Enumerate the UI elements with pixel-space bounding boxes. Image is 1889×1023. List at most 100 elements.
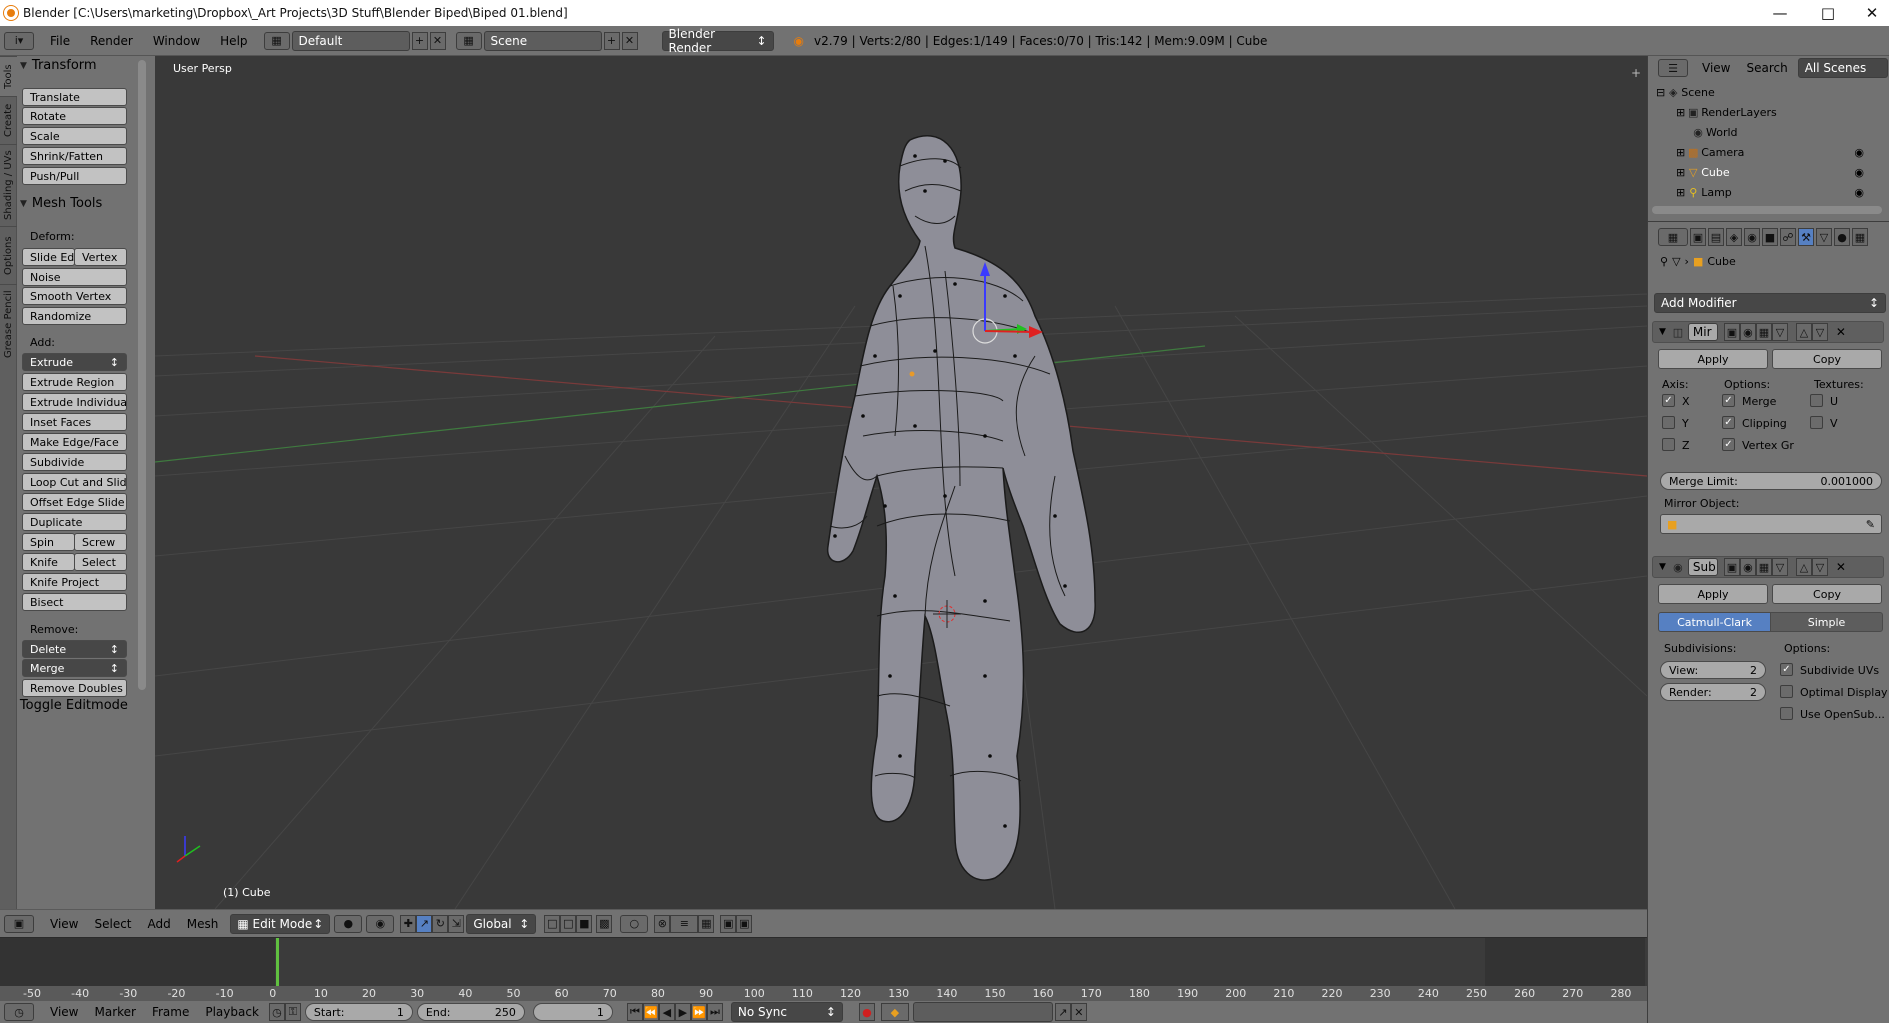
delete-dropdown[interactable]: Delete ↕ xyxy=(22,640,127,658)
render-tab-icon[interactable]: ▣ xyxy=(1690,228,1706,246)
jump-key-back-icon[interactable]: ⏪ xyxy=(642,1003,659,1021)
snap-element-icon[interactable]: ≡ xyxy=(670,914,699,933)
play-reverse-icon[interactable]: ◀ xyxy=(658,1003,675,1021)
merge-checkbox[interactable]: ✓ xyxy=(1722,394,1735,407)
transform-panel-header[interactable]: ▼ Transform xyxy=(20,58,97,73)
close-icon[interactable]: ✕ xyxy=(1849,0,1889,26)
smooth-vertex-button[interactable]: Smooth Vertex xyxy=(22,287,127,305)
mirror-copy-button[interactable]: Copy xyxy=(1772,349,1882,369)
outliner-row-lamp[interactable]: ⊞ ⚲ Lamp ◉ xyxy=(1648,182,1889,202)
play-icon[interactable]: ▶ xyxy=(674,1003,691,1021)
lock-icon[interactable]: ⚿ xyxy=(284,1003,301,1021)
scene-add-icon[interactable]: + xyxy=(603,31,620,50)
knife-button[interactable]: Knife xyxy=(22,553,75,571)
edge-select-icon[interactable]: □ xyxy=(560,914,577,933)
vertex-groups-checkbox[interactable]: ✓ xyxy=(1722,438,1735,451)
optimal-display-checkbox[interactable] xyxy=(1780,685,1793,698)
outliner-row-world[interactable]: ◉ World xyxy=(1648,122,1889,142)
end-frame-field[interactable]: End: 250 xyxy=(416,1003,525,1021)
scale-button[interactable]: Scale xyxy=(22,127,127,145)
menu-timeline-view[interactable]: View xyxy=(42,1005,86,1019)
delete-keyframe-icon[interactable]: ✕ xyxy=(1070,1003,1087,1021)
mode-dropdown[interactable]: ▦ Edit Mode ↕ xyxy=(230,913,331,934)
remove-doubles-button[interactable]: Remove Doubles xyxy=(22,679,127,697)
menu-help[interactable]: Help xyxy=(210,34,257,48)
visibility-eye-icon[interactable]: ◉ xyxy=(1854,146,1864,159)
edit-cage-icon[interactable]: ▣ xyxy=(1723,558,1740,576)
outliner-row-scene[interactable]: ⊟ ◈ Scene xyxy=(1648,82,1889,102)
texture-tab-icon[interactable]: ▦ xyxy=(1852,228,1868,246)
subsurf-copy-button[interactable]: Copy xyxy=(1772,584,1882,604)
jump-key-forward-icon[interactable]: ⏩ xyxy=(690,1003,707,1021)
texture-v-checkbox[interactable] xyxy=(1810,416,1823,429)
proportional-edit-icon[interactable]: ○ xyxy=(620,914,649,933)
extrude-individual-button[interactable]: Extrude Individual xyxy=(22,393,127,411)
outliner-row-renderlayers[interactable]: ⊞ ▣ RenderLayers xyxy=(1648,102,1889,122)
layout-field[interactable]: Default xyxy=(291,30,410,51)
axis-x-checkbox[interactable]: ✓ xyxy=(1662,394,1675,407)
extrude-region-button[interactable]: Extrude Region xyxy=(22,373,127,391)
object-tab-icon[interactable]: ■ xyxy=(1762,228,1778,246)
duplicate-button[interactable]: Duplicate xyxy=(22,513,127,531)
editor-type-outliner-icon[interactable]: ☰ xyxy=(1658,59,1688,77)
scene-field[interactable]: Scene xyxy=(483,30,602,51)
minimize-icon[interactable]: — xyxy=(1757,0,1803,26)
simple-button[interactable]: Simple xyxy=(1770,612,1883,632)
layers-tab-icon[interactable]: ▤ xyxy=(1708,228,1724,246)
edit-cage-icon[interactable]: ▣ xyxy=(1723,323,1740,341)
knife-project-button[interactable]: Knife Project xyxy=(22,573,127,591)
world-tab-icon[interactable]: ◉ xyxy=(1744,228,1760,246)
keying-set-icon[interactable]: ◆ xyxy=(880,1003,909,1021)
spin-button[interactable]: Spin xyxy=(22,533,75,551)
make-edge-face-button[interactable]: Make Edge/Face xyxy=(22,433,127,451)
jump-end-icon[interactable]: ⏭ xyxy=(706,1003,723,1021)
biped-mesh[interactable] xyxy=(827,135,1096,881)
scene-picker-icon[interactable]: ▦ xyxy=(455,31,482,50)
menu-view[interactable]: View xyxy=(42,917,86,931)
maximize-icon[interactable]: □ xyxy=(1805,0,1851,26)
layout-picker-icon[interactable]: ▦ xyxy=(263,31,290,50)
menu-mesh[interactable]: Mesh xyxy=(179,917,227,931)
face-select-icon[interactable]: ■ xyxy=(576,914,593,933)
render-levels-field[interactable]: Render: 2 xyxy=(1660,683,1766,701)
menu-window[interactable]: Window xyxy=(143,34,210,48)
outliner-menu-view[interactable]: View xyxy=(1694,61,1738,75)
merge-dropdown[interactable]: Merge ↕ xyxy=(22,659,127,677)
add-modifier-dropdown[interactable]: Add Modifier ↕ xyxy=(1654,293,1886,313)
outliner-menu-search[interactable]: Search xyxy=(1738,61,1795,75)
merge-limit-field[interactable]: Merge Limit: 0.001000 xyxy=(1660,472,1882,490)
subsurf-modifier-header[interactable]: ▼ ◉ Sub ▣ ◉ ▦ ▽ △ ▽ ✕ xyxy=(1652,556,1884,578)
editor-type-info-icon[interactable]: i▾ xyxy=(4,31,34,50)
timeline[interactable]: -50 -40 -30 -20 -10 0 10 20 30 40 50 60 70 80 90 100 110… xyxy=(0,937,1647,1002)
menu-playback[interactable]: Playback xyxy=(197,1005,267,1019)
visibility-eye-icon[interactable]: ◉ xyxy=(1854,166,1864,179)
editmode-toggle-icon[interactable]: ▦ xyxy=(1755,558,1772,576)
scene-remove-icon[interactable]: ✕ xyxy=(621,31,638,50)
mirror-object-field[interactable]: ■ ✎ xyxy=(1660,514,1882,534)
snap-toggle-icon[interactable]: ⊗ xyxy=(654,914,671,933)
subsurf-apply-button[interactable]: Apply xyxy=(1658,584,1768,604)
menu-render[interactable]: Render xyxy=(80,34,143,48)
layout-add-icon[interactable]: + xyxy=(411,31,428,50)
3d-viewport[interactable]: User Persp (1) Cube + xyxy=(155,56,1647,909)
editmode-toggle-icon[interactable]: ▦ xyxy=(1755,323,1772,341)
axis-z-checkbox[interactable] xyxy=(1662,438,1675,451)
orientation-dropdown[interactable]: Global ↕ xyxy=(466,913,537,934)
opengl-render-icon[interactable]: ▣ xyxy=(720,914,737,933)
snap-target-icon[interactable]: ▦ xyxy=(698,914,715,933)
translate-manipulator-icon[interactable]: ↗ xyxy=(416,914,433,933)
push-pull-button[interactable]: Push/Pull xyxy=(22,167,127,185)
extrude-dropdown[interactable]: Extrude ↕ xyxy=(22,353,127,371)
manipulator-toggle-icon[interactable]: ✚ xyxy=(400,914,417,933)
outliner-scrollbar[interactable] xyxy=(1652,206,1882,214)
menu-select[interactable]: Select xyxy=(86,917,139,931)
render-toggle-icon[interactable]: ◉ xyxy=(1739,323,1756,341)
shading-dropdown-icon[interactable]: ● xyxy=(334,914,363,933)
editor-type-3d-icon[interactable]: ▣ xyxy=(4,914,34,933)
shrink-fatten-button[interactable]: Shrink/Fatten xyxy=(22,147,127,165)
constraints-tab-icon[interactable]: ☍ xyxy=(1780,228,1796,246)
properties-toggle-icon[interactable]: + xyxy=(1631,66,1641,80)
clock-icon[interactable]: ◷ xyxy=(268,1003,285,1021)
modifiers-wrench-icon[interactable]: ⚒ xyxy=(1798,228,1814,246)
insert-keyframe-icon[interactable]: ↗ xyxy=(1054,1003,1071,1021)
